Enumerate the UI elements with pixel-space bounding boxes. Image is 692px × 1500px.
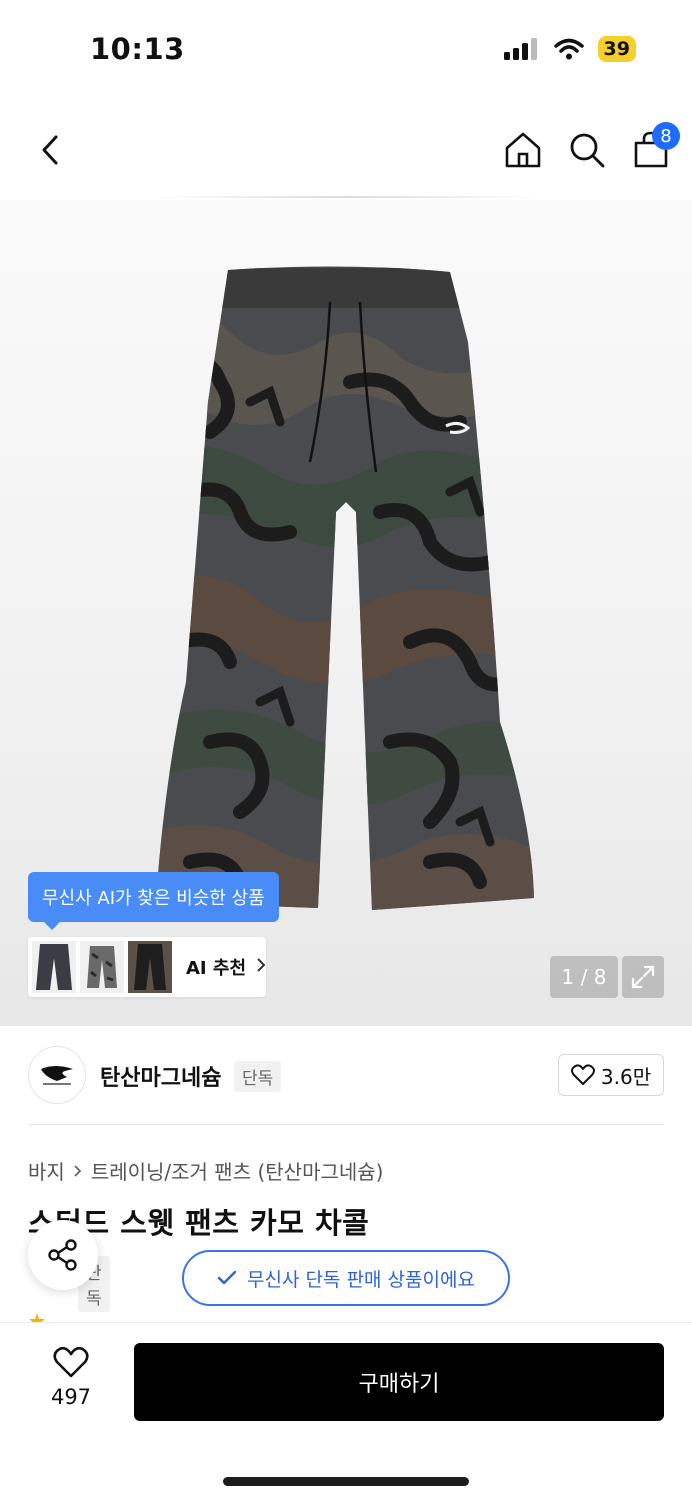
cart-count-badge: 8 bbox=[652, 122, 680, 150]
status-bar: 10:13 39 bbox=[0, 0, 692, 100]
cart-button[interactable]: 8 bbox=[630, 122, 680, 172]
ai-thumbnail bbox=[80, 941, 124, 993]
exclusive-notice-text: 무신사 단독 판매 상품이에요 bbox=[247, 1268, 475, 1291]
brand-name[interactable]: 탄산마그네슘 bbox=[100, 1060, 221, 1092]
exclusive-notice-banner: 무신사 단독 판매 상품이에요 bbox=[182, 1250, 510, 1306]
breadcrumb-subcategory[interactable]: 트레이닝/조거 팬츠 (탄산마그네슘) bbox=[91, 1156, 384, 1185]
buy-button[interactable]: 구매하기 bbox=[134, 1343, 664, 1421]
search-icon bbox=[570, 133, 605, 168]
status-time: 10:13 bbox=[90, 32, 185, 66]
header-divider bbox=[150, 196, 542, 198]
pants-thumbnail-icon bbox=[87, 946, 117, 988]
battery-indicator: 39 bbox=[597, 36, 636, 62]
expand-icon bbox=[631, 965, 655, 989]
wishlist-button[interactable]: 497 bbox=[40, 1347, 102, 1423]
ai-similar-tooltip: 무신사 AI가 찾은 비슷한 상품 bbox=[28, 872, 279, 930]
brand-exclusive-tag: 단독 bbox=[234, 1061, 282, 1092]
bottom-action-bar: 497 구매하기 bbox=[0, 1322, 692, 1500]
chevron-right-icon bbox=[256, 957, 266, 978]
brand-like-count: 3.6만 bbox=[600, 1064, 652, 1089]
brand-logo[interactable] bbox=[28, 1046, 86, 1104]
ai-recommend-button[interactable]: AI 추천 bbox=[28, 937, 266, 997]
section-divider bbox=[28, 1124, 664, 1125]
check-icon bbox=[217, 1270, 237, 1285]
wishlist-count: 497 bbox=[50, 1385, 92, 1409]
pants-thumbnail-icon bbox=[36, 944, 72, 990]
ai-recommend-label: AI 추천 bbox=[186, 958, 247, 979]
image-counter: 1 / 8 bbox=[550, 956, 618, 998]
search-button[interactable] bbox=[566, 128, 608, 172]
pants-thumbnail-icon bbox=[134, 944, 166, 990]
share-button[interactable] bbox=[28, 1220, 98, 1290]
rating-row-peek bbox=[28, 1312, 328, 1322]
back-button[interactable] bbox=[30, 128, 70, 172]
ai-thumbnail bbox=[128, 941, 172, 993]
home-button[interactable] bbox=[502, 128, 544, 172]
brand-row: 탄산마그네슘 단독 3.6만 bbox=[28, 1046, 664, 1106]
star-icon bbox=[29, 1313, 45, 1322]
chevron-right-icon bbox=[74, 1164, 82, 1177]
ai-thumbnail bbox=[32, 941, 76, 993]
breadcrumb: 바지 트레이닝/조거 팬츠 (탄산마그네슘) bbox=[28, 1156, 383, 1185]
wifi-icon bbox=[553, 38, 584, 60]
home-icon bbox=[505, 132, 541, 168]
status-icons: 39 bbox=[503, 36, 636, 62]
signal-icon bbox=[503, 38, 537, 60]
chevron-left-icon bbox=[42, 135, 58, 165]
heart-icon bbox=[53, 1347, 89, 1378]
product-image bbox=[156, 266, 534, 910]
expand-image-button[interactable] bbox=[622, 956, 664, 998]
breadcrumb-category[interactable]: 바지 bbox=[28, 1156, 65, 1185]
brand-logo-icon bbox=[41, 1066, 73, 1085]
share-icon bbox=[48, 1239, 77, 1271]
home-indicator bbox=[223, 1477, 469, 1486]
top-navigation: 8 bbox=[0, 110, 692, 190]
brand-like-button[interactable]: 3.6만 bbox=[558, 1054, 664, 1096]
product-image-gallery[interactable]: 무신사 AI가 찾은 비슷한 상품 AI 추천 1 / 8 bbox=[0, 200, 692, 1026]
heart-icon bbox=[570, 1064, 595, 1085]
